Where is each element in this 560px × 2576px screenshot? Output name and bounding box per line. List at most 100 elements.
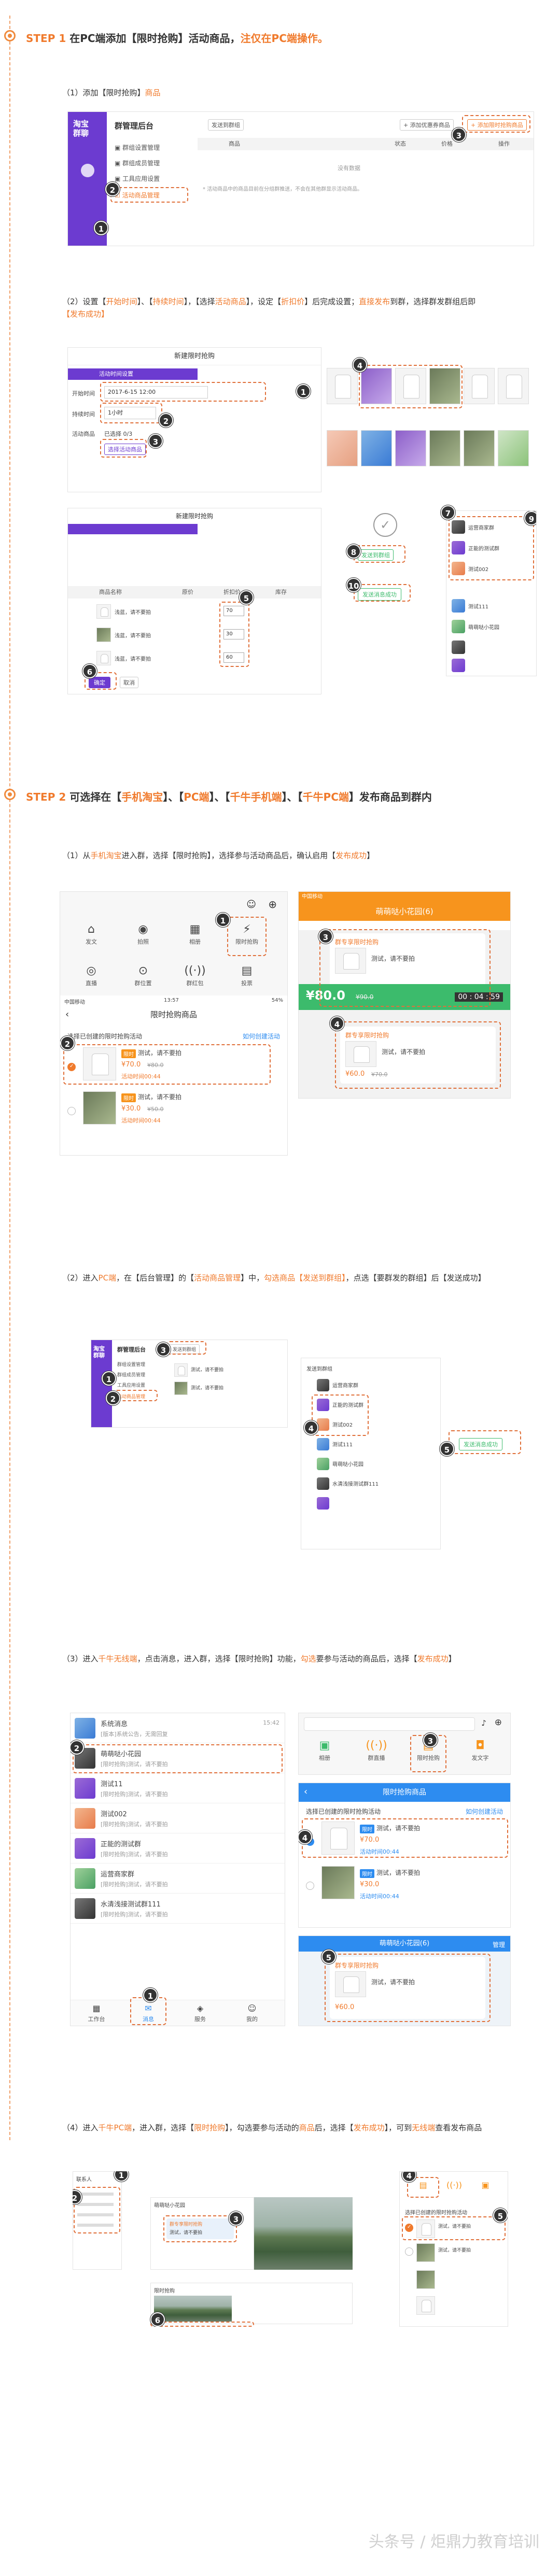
pc-menu-members[interactable]: 群组成员管理 [117,1371,145,1378]
album-icon: ▦ [189,923,201,936]
t: 勾选商品【发送到群组】 [264,1273,346,1283]
t: 限时抢购 [194,2123,226,2132]
tab-service[interactable]: ◈ 服务 [185,2003,216,2023]
label: 相册 [319,1755,330,1761]
mobile-taobao-panel: ☺ ⊕ ⌂ 发文 ◉ 拍照 ▦ 相册 ⚡ 限时抢购 1 ◎ 直播 ⊙ 群位置 ((·)) 群红… [60,891,288,1156]
tool-live[interactable]: ((·)) [441,2180,467,2191]
status-bar: 中国移动 [299,892,510,902]
step1-dot-icon [4,30,16,41]
goods-thumb[interactable] [327,368,358,404]
highlight-item [302,1818,508,1858]
pc-menu-tools[interactable]: 工具应用设置 [117,1382,145,1388]
manage-link[interactable]: 管理 [493,1940,505,1949]
pc-admin-panel-2: 淘宝 群聊 群管理后台 群组设置管理 群组成员管理 工具应用设置 活动商品管理 … [91,1340,288,1428]
row-title: 运营商家群 [101,1871,135,1878]
goods-thumb[interactable] [464,368,495,404]
step1-sub2: （2）设置【开始时间】、【持续时间】，【选择活动商品】，设定【折扣价】后完成设置… [62,295,539,320]
marker-5: 5 [321,1949,336,1964]
tab-me[interactable]: ☺ 我的 [236,2003,268,2023]
group-item[interactable]: 测试111 [332,1440,353,1448]
func-location[interactable]: ⊙ 群位置 [128,964,159,987]
pc-menu-members[interactable]: ▣ 群组成员管理 [115,159,160,167]
goods-thumb[interactable] [361,430,392,466]
bag-icon: ◘ [475,1739,485,1752]
marker-2: 2 [159,413,173,428]
marker-2: 2 [71,1740,84,1755]
list-item[interactable]: 测试002 [限时抢购]测试，请不要拍 [71,1803,285,1833]
step2-dot-icon [4,789,16,800]
group-item[interactable]: 测试111 [468,602,488,610]
goods-thumb[interactable] [464,430,495,466]
back-icon[interactable]: ‹ [65,1009,69,1020]
row-desc: [限时抢购]测试，请不要拍 [101,1821,168,1828]
goods-count: 已选择 0/3 [104,431,133,437]
func-album[interactable]: ▦ 相册 [179,923,211,946]
t: 商品 [299,2123,315,2132]
list-item[interactable]: 正能的测试群 [限时抢购]测试，请不要拍 [71,1833,285,1863]
goods-thumb[interactable] [327,430,358,466]
emoji-icon[interactable]: ☺ [246,899,256,910]
marker-6: 6 [82,664,97,678]
pc-menu-group[interactable]: ▣ 群组设置管理 [115,143,160,152]
col-price: 原价 [182,589,193,595]
list-item[interactable]: 测试11 [限时抢购]测试，请不要拍 [71,1773,285,1803]
add-coupon-button[interactable]: + 添加优惠券商品 [400,119,454,131]
select-radio-2[interactable] [405,2247,413,2256]
marker-4: 4 [304,1420,318,1435]
t: 直接发布 [359,297,390,306]
t: （2）进入 [62,1273,99,1283]
tool-vote[interactable]: ▣ [472,2180,498,2191]
func-camera[interactable]: ◉ 拍照 [128,923,159,946]
t: 】、【 [137,297,153,306]
goods-thumb[interactable] [498,430,529,466]
group-item[interactable]: 水清浅接测试群111 [332,1479,379,1487]
select-radio-2[interactable] [67,1107,76,1115]
tool-live[interactable]: ((·)) 群直播 [361,1739,392,1762]
highlight-chat-card [325,1954,491,2022]
marker-3: 3 [318,929,333,944]
marker-3: 3 [156,1342,171,1357]
live-icon: ((·)) [446,2180,463,2190]
pc-logo-line2: 群聊 [93,1352,105,1359]
form-panel-1: 新建限时抢购 活动时间设置 开始时间 2017-6-15 12:00 持续时间 … [67,347,321,492]
pc-menu-tools-label: 工具应用设置 [122,175,160,182]
func-vote[interactable]: ▤ 投票 [231,964,262,987]
tab-send-to-group[interactable]: 发送到群组 [208,119,244,131]
tool-album[interactable]: ▣ 相册 [309,1739,340,1762]
voice-icon[interactable]: ♪ [481,1718,486,1728]
pc-menu-group-label: 群组设置管理 [122,144,160,151]
pc-menu-tools[interactable]: ▣ 工具应用设置 [115,174,160,183]
list-item[interactable]: 运营商家群 [限时抢购]测试，请不要拍 [71,1863,285,1894]
chat-input[interactable] [304,1717,475,1731]
live-icon: ◎ [86,964,96,977]
goods-thumb[interactable] [429,430,460,466]
tool-text[interactable]: ◘ 发文字 [465,1739,496,1762]
func-live[interactable]: ◎ 直播 [76,964,107,987]
highlight-duration [100,403,162,423]
select-radio-2[interactable] [306,1882,314,1890]
menu-icon: ▣ [115,160,123,167]
pc-logo: 淘宝 群聊 [93,1345,105,1359]
pc-menu-group[interactable]: 群组设置管理 [117,1361,145,1368]
group-item[interactable]: 萌萌哒小花园 [332,1460,363,1468]
item-desc: 测试，请不要拍 [438,2248,471,2253]
group-item[interactable]: 运营商家群 [332,1381,358,1389]
avatar [452,659,465,672]
func-text[interactable]: ⌂ 发文 [76,923,107,946]
t: 】 [367,851,375,860]
goods-thumb[interactable] [395,430,426,466]
avatar [317,1477,329,1490]
how-create-link[interactable]: 如何创建活动 [243,1032,280,1041]
plus-icon[interactable]: ⊕ [495,1717,502,1728]
tab-workbench[interactable]: ▦ 工作台 [81,2003,112,2023]
back-icon[interactable]: ‹ [304,1786,307,1797]
cancel-button[interactable]: 取消 [120,677,138,688]
func-redpacket[interactable]: ((·)) 群红包 [179,964,211,987]
group-item[interactable]: 萌萌哒小花园 [468,623,499,631]
goods-thumb[interactable] [498,368,529,404]
plus-icon[interactable]: ⊕ [268,898,277,910]
how-create-link[interactable]: 如何创建活动 [466,1807,503,1816]
list-item[interactable]: 水清浅接测试群111 [限时抢购]测试，请不要拍 [71,1894,285,1924]
publish-group-list: 运营商家群 正能的测试群 测试002 9 测试111 萌萌哒小花园 [446,510,537,676]
list-item[interactable]: 系统消息 [版本]系统公告，无需回复 15:42 [71,1713,285,1743]
